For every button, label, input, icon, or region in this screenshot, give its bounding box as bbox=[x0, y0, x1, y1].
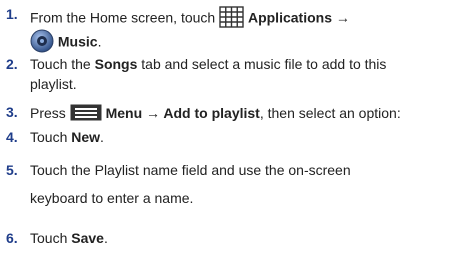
step-5-line-1: Touch the Playlist name field and use th… bbox=[30, 162, 351, 178]
step-number: 2. bbox=[6, 56, 18, 72]
songs-label: Songs bbox=[94, 56, 138, 72]
menu-add-to-playlist-label: Menu → Add to playlist bbox=[105, 105, 260, 122]
step-number: 1. bbox=[6, 6, 18, 22]
step-number: 4. bbox=[6, 129, 18, 145]
music-label: Music bbox=[57, 33, 98, 50]
step-2-line-2: playlist. bbox=[30, 76, 77, 92]
step-5-line-2: keyboard to enter a name. bbox=[30, 190, 194, 206]
step-number: 6. bbox=[6, 230, 18, 246]
step-number: 3. bbox=[6, 104, 18, 120]
instruction-steps: 1. From the Home screen, touch Applicati… bbox=[0, 0, 466, 271]
step-1-line-2: Music. bbox=[30, 29, 101, 57]
applications-label: Applications → bbox=[247, 9, 350, 26]
step-4-line-1: Touch New. bbox=[30, 129, 104, 145]
applications-grid-icon bbox=[219, 6, 244, 32]
new-label: New bbox=[71, 129, 101, 145]
step-6-line-1: Touch Save. bbox=[30, 230, 108, 246]
music-icon bbox=[30, 29, 54, 57]
save-label: Save bbox=[71, 230, 104, 246]
step-3-line-1: Press Menu → Add to playlist, then selec… bbox=[30, 104, 401, 125]
step-2-line-1: Touch the Songs tab and select a music f… bbox=[30, 56, 387, 72]
step-number: 5. bbox=[6, 162, 18, 178]
step-text: From the Home screen, touch bbox=[30, 9, 220, 26]
menu-icon bbox=[70, 104, 102, 125]
